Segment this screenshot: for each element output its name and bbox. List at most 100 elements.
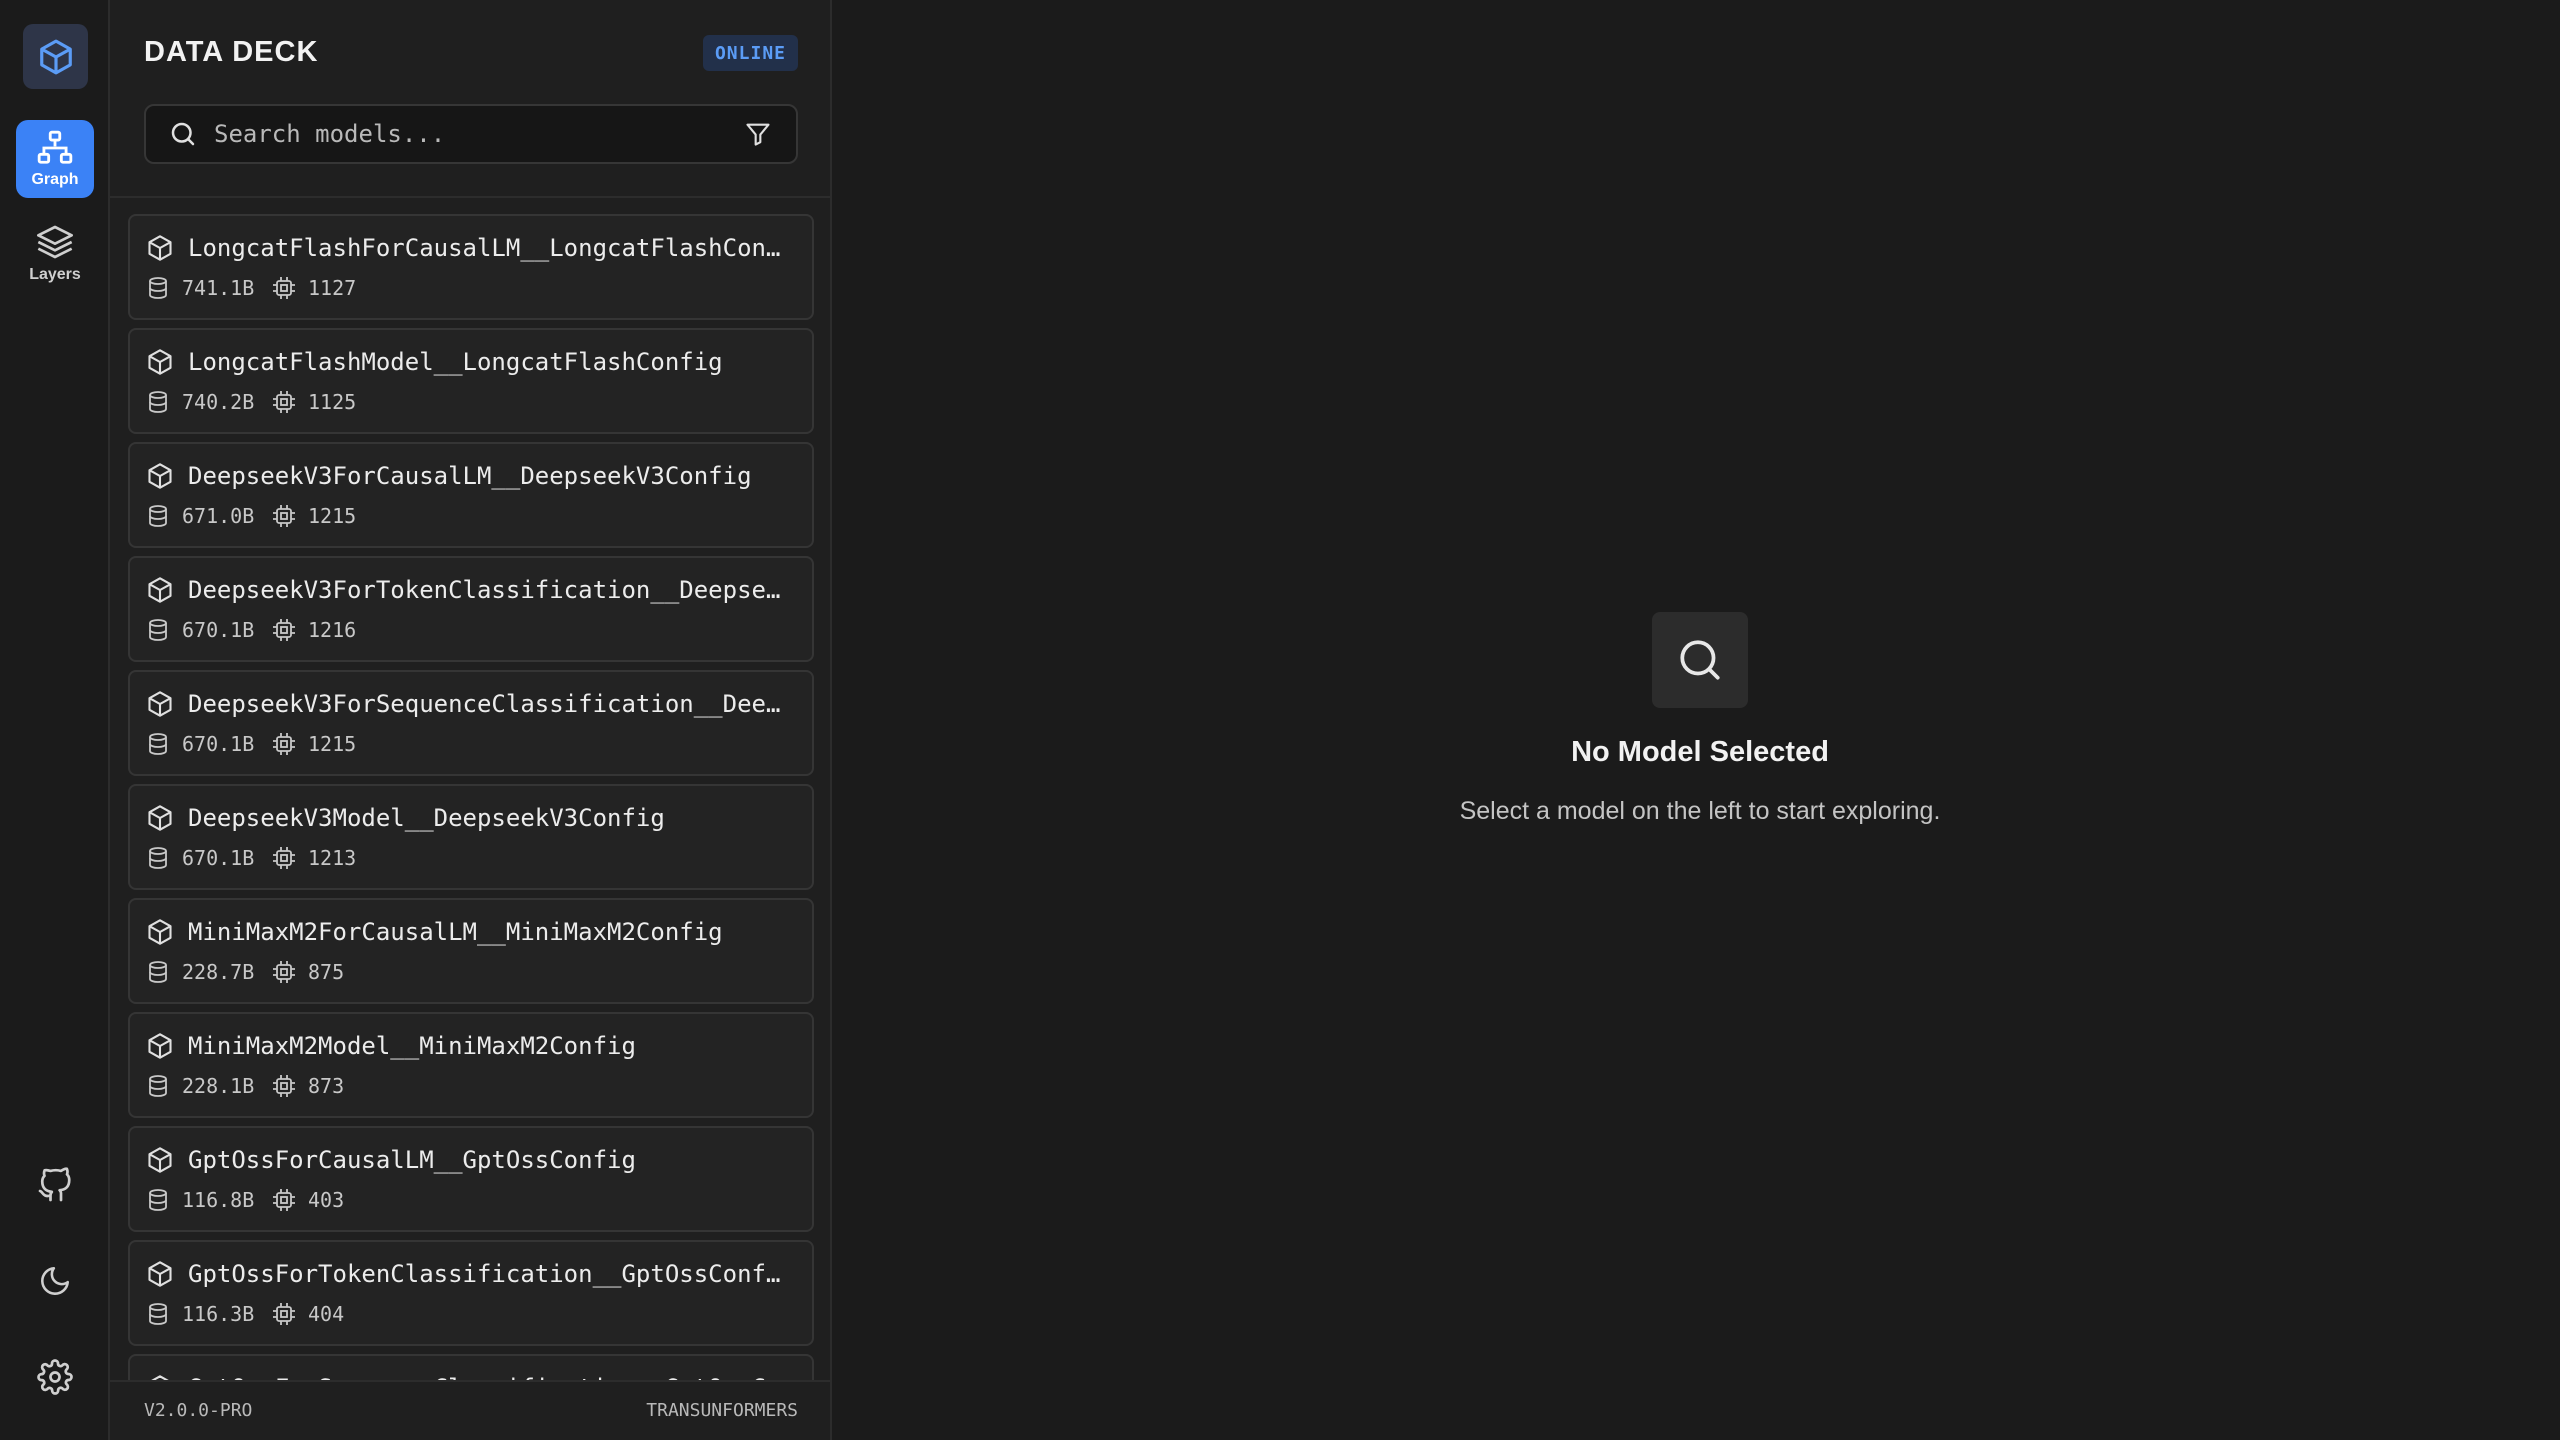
database-icon — [146, 1302, 170, 1326]
cube-icon — [146, 462, 174, 490]
database-icon — [146, 276, 170, 300]
model-size: 116.8B — [182, 1188, 255, 1212]
settings-button[interactable] — [26, 1348, 84, 1406]
moon-icon — [41, 1266, 70, 1295]
model-meta: 116.3B 404 — [146, 1302, 344, 1326]
model-size: 741.1B — [182, 276, 255, 300]
app-logo[interactable] — [23, 24, 88, 89]
model-card[interactable]: MiniMaxM2ForCausalLM__MiniMaxM2Config 228… — [128, 898, 814, 1004]
database-icon — [146, 846, 170, 870]
model-meta: 228.7B 875 — [146, 960, 344, 984]
chip-icon — [272, 846, 296, 870]
model-layer-count: 1215 — [308, 504, 357, 528]
model-size: 740.2B — [182, 390, 255, 414]
model-name: DeepseekV3ForSequenceClassification__Dee… — [188, 690, 788, 718]
model-name: LongcatFlashModel__LongcatFlashConfig — [188, 348, 723, 376]
model-size: 670.1B — [182, 846, 255, 870]
model-card[interactable]: DeepseekV3Model__DeepseekV3Config 670.1B 1… — [128, 784, 814, 890]
model-card[interactable]: LongcatFlashModel__LongcatFlashConfig 740… — [128, 328, 814, 434]
database-icon — [146, 1188, 170, 1212]
database-icon — [146, 618, 170, 642]
model-card[interactable]: DeepseekV3ForTokenClassification__Deepse… — [128, 556, 814, 662]
model-layer-count: 1125 — [308, 390, 357, 414]
chip-icon — [272, 618, 296, 642]
model-size: 228.1B — [182, 1074, 255, 1098]
theme-toggle-button[interactable] — [26, 1252, 84, 1310]
search-icon — [1680, 640, 1720, 680]
database-icon — [146, 504, 170, 528]
main-area: No Model Selected Select a model on the … — [832, 0, 2560, 1440]
empty-state-subtitle: Select a model on the left to start expl… — [1459, 797, 1941, 825]
chip-icon — [272, 504, 296, 528]
search-box — [144, 104, 798, 164]
model-size: 116.3B — [182, 1302, 255, 1326]
chip-icon — [272, 276, 296, 300]
rail-button-layers-label: Layers — [29, 266, 81, 283]
model-layer-count: 404 — [308, 1302, 345, 1326]
chip-icon — [272, 732, 296, 756]
model-layer-count: 403 — [308, 1188, 345, 1212]
empty-state-title: No Model Selected — [1571, 736, 1829, 768]
model-name: GptOssForTokenClassification__GptOssConf… — [188, 1260, 788, 1288]
database-icon — [146, 390, 170, 414]
model-card[interactable]: LongcatFlashForCausalLM__LongcatFlashCon… — [128, 214, 814, 320]
empty-state-icon-box — [1652, 612, 1748, 708]
model-meta: 116.8B 403 — [146, 1188, 344, 1212]
model-size: 670.1B — [182, 618, 255, 642]
rail-button-layers[interactable]: Layers — [16, 214, 94, 292]
cube-icon — [146, 1146, 174, 1174]
rail-button-graph[interactable]: Graph — [16, 120, 94, 198]
database-icon — [146, 732, 170, 756]
model-panel: DATA DECK ONLINE LongcatFlashForCausalLM… — [110, 0, 832, 1440]
model-size: 671.0B — [182, 504, 255, 528]
model-card[interactable]: GptOssForTokenClassification__GptOssConf… — [128, 1240, 814, 1346]
database-icon — [146, 960, 170, 984]
gear-icon — [37, 1359, 73, 1395]
model-meta: 741.1B 1127 — [146, 276, 356, 300]
cube-logo-icon — [39, 39, 72, 74]
model-layer-count: 873 — [308, 1074, 345, 1098]
model-layer-count: 1213 — [308, 846, 357, 870]
model-name: GptOssForCausalLM__GptOssConfig — [188, 1146, 636, 1174]
panel-title: DATA DECK — [144, 36, 319, 68]
model-layer-count: 1127 — [308, 276, 357, 300]
model-name: MiniMaxM2Model__MiniMaxM2Config — [188, 1032, 636, 1060]
chip-icon — [272, 390, 296, 414]
database-icon — [146, 1074, 170, 1098]
chip-icon — [272, 1188, 296, 1212]
cube-icon — [146, 1260, 174, 1288]
github-button[interactable] — [26, 1156, 84, 1214]
model-meta: 740.2B 1125 — [146, 390, 356, 414]
left-rail: Graph Layers — [0, 0, 110, 1440]
search-input[interactable] — [214, 120, 744, 148]
model-name: DeepseekV3ForCausalLM__DeepseekV3Config — [188, 462, 752, 490]
cube-icon — [146, 348, 174, 376]
cube-icon — [146, 918, 174, 946]
model-meta: 670.1B 1213 — [146, 846, 356, 870]
model-size: 228.7B — [182, 960, 255, 984]
status-badge: ONLINE — [702, 35, 798, 71]
model-card[interactable]: MiniMaxM2Model__MiniMaxM2Config 228.1B 873 — [128, 1012, 814, 1118]
layers-icon — [37, 225, 73, 259]
panel-footer: V2.0.0-PRO TRANSUNFORMERS — [110, 1380, 830, 1440]
model-card[interactable]: GptOssForSequenceClassification__GptOssC… — [128, 1354, 814, 1380]
model-meta: 670.1B 1216 — [146, 618, 356, 642]
brand-label: TRANSUNFORMERS — [646, 1400, 798, 1421]
search-icon — [168, 119, 198, 149]
model-layer-count: 875 — [308, 960, 345, 984]
model-card[interactable]: DeepseekV3ForSequenceClassification__Dee… — [128, 670, 814, 776]
github-icon — [38, 1167, 71, 1202]
rail-button-graph-label: Graph — [31, 171, 79, 188]
model-meta: 671.0B 1215 — [146, 504, 356, 528]
cube-icon — [146, 1032, 174, 1060]
model-card[interactable]: GptOssForCausalLM__GptOssConfig 116.8B 403 — [128, 1126, 814, 1232]
chip-icon — [272, 960, 296, 984]
model-meta: 670.1B 1215 — [146, 732, 356, 756]
model-name: DeepseekV3ForTokenClassification__Deepse… — [188, 576, 788, 604]
model-name: LongcatFlashForCausalLM__LongcatFlashCon… — [188, 234, 788, 262]
model-size: 670.1B — [182, 732, 255, 756]
filter-icon[interactable] — [744, 120, 772, 148]
model-card[interactable]: DeepseekV3ForCausalLM__DeepseekV3Config 6… — [128, 442, 814, 548]
model-list: LongcatFlashForCausalLM__LongcatFlashCon… — [110, 200, 830, 1380]
chip-icon — [272, 1074, 296, 1098]
